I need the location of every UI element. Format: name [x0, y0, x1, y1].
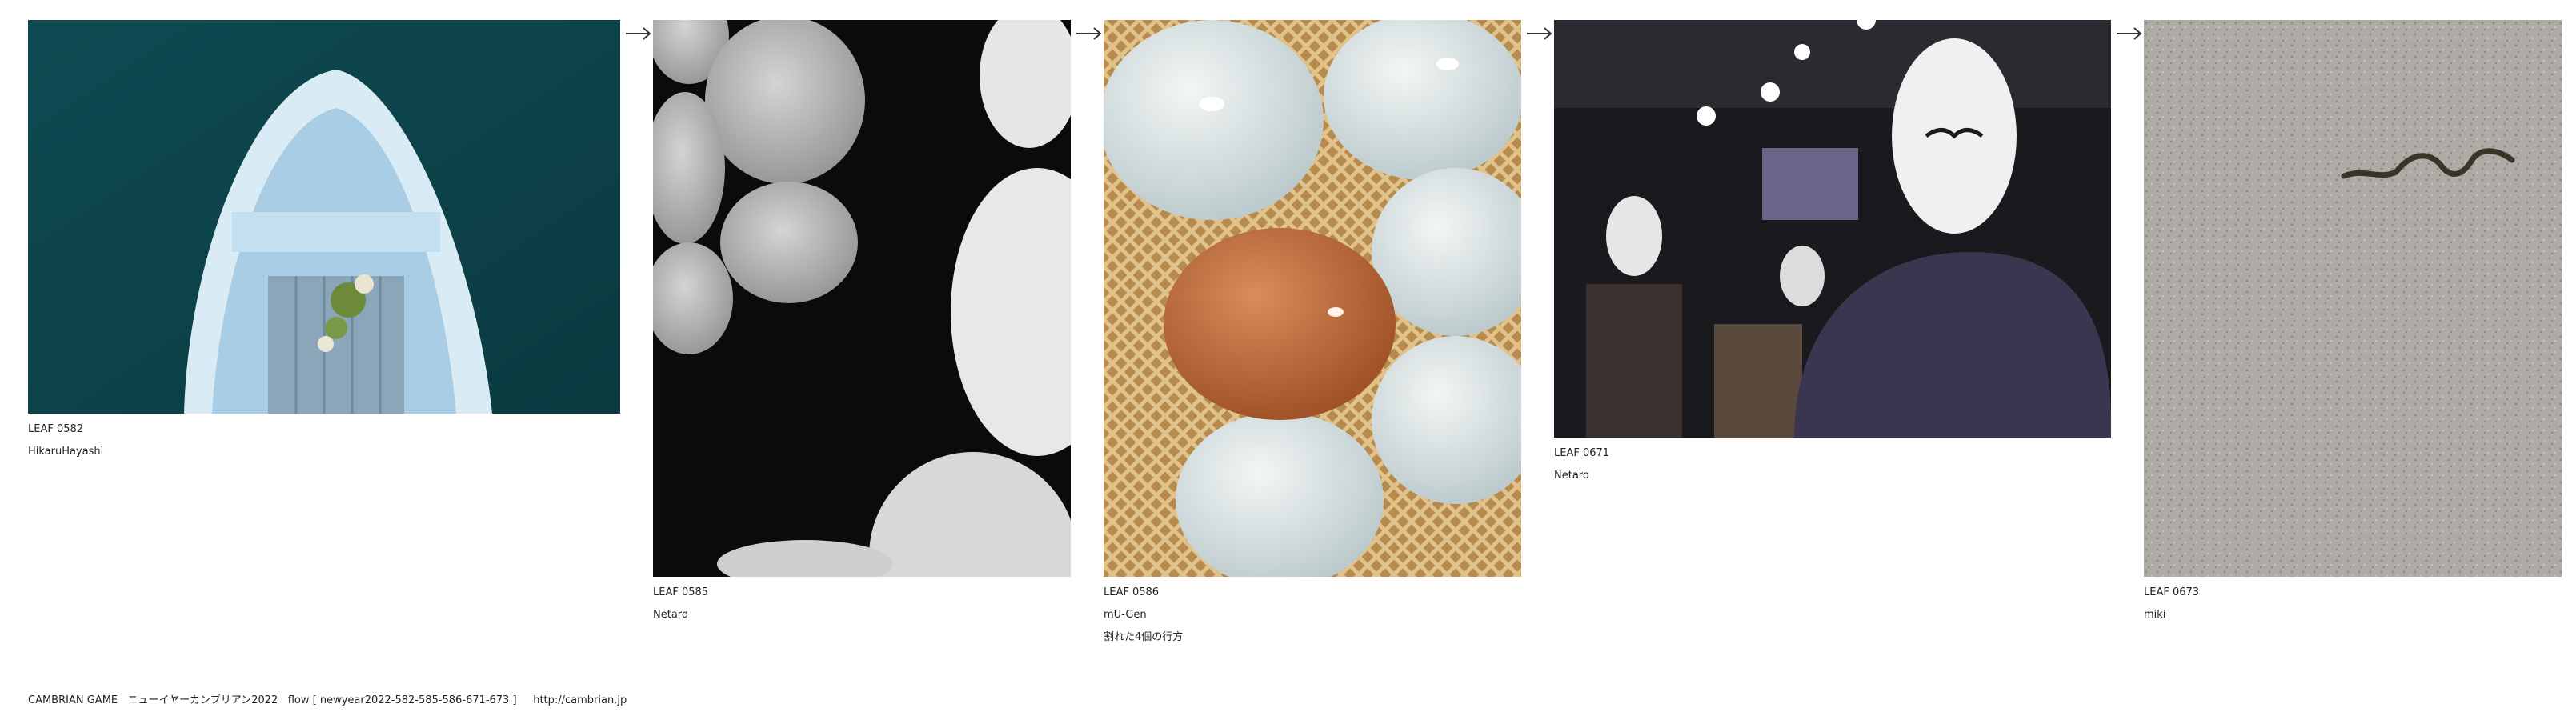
- leaf-id: LEAF 0671: [1554, 447, 1610, 459]
- arrow-right-icon: [624, 22, 653, 45]
- leaf-id: LEAF 0585: [653, 586, 709, 598]
- leaf-id: LEAF 0582: [28, 423, 84, 435]
- leaf-image-circles[interactable]: [653, 20, 1071, 577]
- leaf-image-mannequins[interactable]: [1554, 20, 2111, 438]
- leaf-image-boat[interactable]: [28, 20, 620, 414]
- leaf-card-0586: LEAF 0586 mU-Gen 割れた4個の行方: [1104, 20, 1521, 649]
- leaf-id: LEAF 0586: [1104, 586, 1160, 598]
- footer-flow: flow [ newyear2022-582-585-586-671-673 ]: [287, 694, 517, 706]
- footer: CAMBRIAN GAME ニューイヤーカンブリアン2022 flow [ ne…: [28, 691, 627, 706]
- leaf-author: Netaro: [1554, 470, 1589, 482]
- leaf-author: HikaruHayashi: [28, 446, 104, 458]
- arrow-right-icon: [1525, 22, 1554, 45]
- leaf-card-0671: LEAF 0671 Netaro: [1554, 20, 2111, 487]
- leaf-image-snake[interactable]: [2144, 20, 2562, 577]
- footer-title: ニューイヤーカンブリアン2022: [127, 694, 278, 706]
- footer-url-link[interactable]: http://cambrian.jp: [533, 694, 627, 706]
- leaf-card-0582: LEAF 0582 HikaruHayashi: [28, 20, 620, 463]
- leaf-card-0585: LEAF 0585 Netaro: [653, 20, 1071, 626]
- leaf-card-0673: LEAF 0673 miki: [2144, 20, 2562, 626]
- arrow-right-icon: [1075, 22, 1104, 45]
- leaf-author: Netaro: [653, 609, 688, 621]
- arrow-right-icon: [2115, 22, 2144, 45]
- leaf-author: miki: [2144, 609, 2166, 621]
- leaf-note: 割れた4個の行方: [1104, 631, 1184, 643]
- leaf-author: mU-Gen: [1104, 609, 1147, 621]
- leaf-id: LEAF 0673: [2144, 586, 2200, 598]
- footer-game: CAMBRIAN GAME: [28, 694, 118, 706]
- leaf-image-eggs[interactable]: [1104, 20, 1521, 577]
